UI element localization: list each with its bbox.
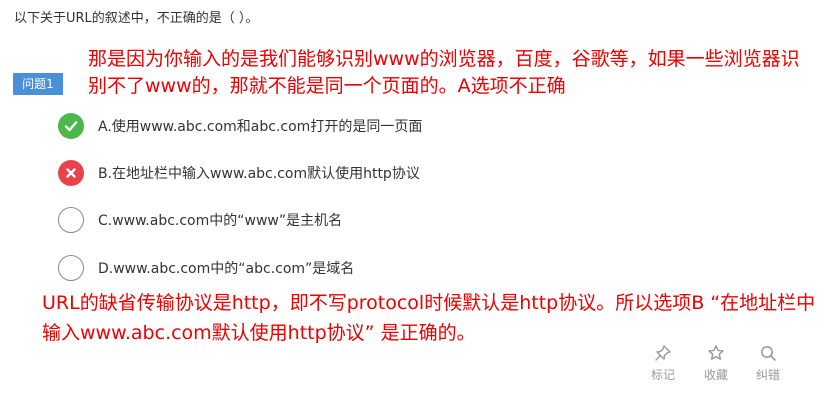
option-c-label: C.www.abc.com中的“www”是主机名 [98,213,343,229]
option-d[interactable]: D.www.abc.com中的“abc.com”是域名 [58,255,354,281]
radio-empty-icon [58,255,84,281]
radio-empty-icon [58,207,84,233]
mark-button[interactable]: 标记 [651,344,675,383]
favorite-label: 收藏 [704,368,729,382]
option-b[interactable]: B.在地址栏中输入www.abc.com默认使用http协议 [58,160,420,186]
report-error-label: 纠错 [756,368,781,382]
report-error-button[interactable]: 纠错 [756,344,780,383]
option-a[interactable]: A.使用www.abc.com和abc.com打开的是同一页面 [58,113,422,139]
option-d-label: D.www.abc.com中的“abc.com”是域名 [98,261,355,277]
question-number-badge: 问题1 [13,73,63,95]
annotation-note-bottom: URL的缺省传输协议是http，即不写protocol时候默认是http协议。所… [42,292,816,344]
magnifier-icon [759,344,777,362]
pin-icon [654,344,672,362]
star-icon [707,344,725,362]
annotation-note-top: 那是因为你输入的是我们能够识别www的浏览器，百度，谷歌等，如果一些浏览器识别不… [88,48,800,97]
cross-icon [58,160,84,186]
favorite-button[interactable]: 收藏 [704,344,728,383]
mark-label: 标记 [651,368,676,382]
option-c[interactable]: C.www.abc.com中的“www”是主机名 [58,207,342,233]
question-stem: 以下关于URL的叙述中，不正确的是（ ）。 [14,11,259,26]
option-b-label: B.在地址栏中输入www.abc.com默认使用http协议 [98,166,420,182]
option-a-label: A.使用www.abc.com和abc.com打开的是同一页面 [98,119,423,135]
check-icon [58,113,84,139]
